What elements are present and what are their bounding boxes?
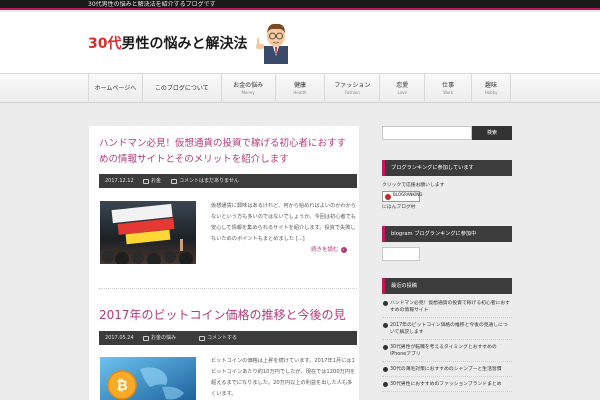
nav-item-health[interactable]: 健康 Health: [276, 74, 326, 103]
recent-post-link[interactable]: ハンドマン必見！仮想通貨の投資で稼げる初心者におすすめの情報サイト: [382, 300, 512, 318]
read-more-link[interactable]: 続きを読む ›: [311, 246, 347, 254]
logo-accent-text: 30代: [88, 36, 122, 52]
top-bar: 30代男性の悩みと解決法を紹介するブログです: [0, 0, 600, 10]
comment-icon: [171, 178, 177, 184]
bullet-icon: [383, 345, 388, 350]
post-excerpt: ビットコインの価格は上昇を続けています。2017年1月には1ビットコインあたり約…: [211, 358, 356, 397]
post-category-link[interactable]: お金: [143, 174, 161, 188]
post-title-link[interactable]: ハンドマン必見！仮想通貨の投資で稼げる初心者におすすめの情報サイトとそのメリット…: [99, 136, 353, 168]
nav-sublabel: Work: [443, 90, 454, 95]
nav-label: 恋愛: [396, 82, 409, 89]
blog-ranking-badge[interactable]: BLOGRANKING: [382, 191, 423, 202]
ranking-link[interactable]: にほんブログ村: [382, 204, 512, 212]
nav-item-money[interactable]: お金の悩み Money: [222, 74, 276, 103]
post-meta-bar: 2017.12.12 お金 コメントはまだありません: [99, 174, 357, 188]
nav-list: ホームページへ このブログについて お金の悩み Money 健康 Health …: [88, 74, 511, 103]
folder-icon: [143, 178, 149, 184]
comment-icon: [199, 335, 205, 341]
post-date: 2017.12.12: [105, 178, 134, 184]
logo-main-text: 男性の悩みと解決法: [121, 36, 248, 52]
nav-item-love[interactable]: 恋愛 Love: [380, 74, 426, 103]
ranking-logo-icon: [385, 194, 391, 200]
main-navigation: ホームページへ このブログについて お金の悩み Money 健康 Health …: [0, 73, 600, 103]
recent-post-link[interactable]: 30代の薄毛対策におすすめのシャンプーと生活習慣: [382, 366, 512, 377]
post-divider: [99, 288, 357, 289]
blogram-badge[interactable]: [382, 247, 420, 261]
search-input[interactable]: [382, 126, 472, 140]
widget-title: ブログランキングに参加しています: [382, 160, 512, 176]
bullet-icon: [383, 367, 388, 372]
bullet-icon: [383, 301, 388, 306]
bullet-icon: [383, 382, 388, 387]
nav-sublabel: Fashion: [344, 90, 360, 95]
post-comments-label: コメントする: [207, 335, 238, 341]
businessman-mascot-icon: [256, 23, 288, 64]
arrow-right-icon: ›: [340, 247, 347, 253]
recent-post-label: 30代の薄毛対策におすすめのシャンプーと生活習慣: [390, 367, 502, 372]
recent-post-link[interactable]: 30代男性におすすめのファッションブランドまとめ: [382, 381, 512, 392]
post-category-link[interactable]: お金の悩み: [143, 331, 176, 345]
recent-post-label: 30代男性が転職を考えるタイミングとおすすめのiPhoneアプリ: [390, 345, 497, 357]
site-tagline: 30代男性の悩みと解決法を紹介するブログです: [88, 1, 216, 8]
recent-posts-list: ハンドマン必見！仮想通貨の投資で稼げる初心者におすすめの情報サイト 2017年の…: [382, 300, 512, 396]
main-content: ハンドマン必見！仮想通貨の投資で稼げる初心者におすすめの情報サイトとそのメリット…: [89, 126, 359, 400]
svg-text:₿: ₿: [116, 378, 127, 394]
nav-sublabel: Hobby: [484, 90, 498, 95]
post-category-label: お金: [151, 178, 162, 184]
post-comments-label: コメントはまだありません: [179, 178, 239, 184]
post-thumbnail[interactable]: ₿: [100, 357, 196, 400]
search-button[interactable]: 検索: [472, 126, 512, 140]
recent-post-label: 2017年のビットコイン価格の推移と今後の見通しについて解説します: [390, 323, 508, 335]
post-date: 2017.05.24: [105, 335, 134, 341]
nav-item-work[interactable]: 仕事 Work: [425, 74, 473, 103]
nav-label: お金の悩み: [233, 82, 264, 89]
post-meta-bar: 2017.05.24 お金の悩み コメントする: [99, 331, 357, 345]
bitcoin-image: ₿: [100, 357, 196, 400]
nav-label: 仕事: [442, 82, 455, 89]
nav-item-fashion[interactable]: ファッション Fashion: [325, 74, 381, 103]
recent-post-label: 30代男性におすすめのファッションブランドまとめ: [390, 382, 502, 387]
nav-sublabel: Health: [293, 90, 307, 95]
post-thumbnail[interactable]: [100, 201, 196, 264]
widget-text: クリックで応援お願いします: [382, 183, 445, 188]
crowd-banner-image: [100, 201, 196, 264]
folder-icon: [143, 335, 149, 341]
nav-label: ファッション: [334, 82, 371, 89]
nav-label: 健康: [293, 82, 306, 89]
nav-label: このブログについて: [154, 84, 209, 92]
bullet-icon: [383, 323, 388, 328]
post-title-link[interactable]: 2017年のビットコイン価格の推移と今後の見通しについて解説します: [99, 306, 353, 324]
rank-badge-label: BLOGRANKING: [393, 192, 423, 197]
widget-title: 最近の投稿: [382, 278, 512, 294]
site-logo[interactable]: 30代男性の悩みと解決法: [88, 30, 258, 58]
recent-post-label: ハンドマン必見！仮想通貨の投資で稼げる初心者におすすめの情報サイト: [390, 301, 510, 313]
nav-label: ホームページへ: [94, 84, 137, 92]
site-header: 30代男性の悩みと解決法: [0, 12, 600, 73]
read-more-label: 続きを読む: [311, 247, 339, 253]
post-category-label: お金の悩み: [151, 335, 177, 341]
widget-title: blogram ブログランキングに参加中: [382, 226, 512, 242]
nav-label: 趣味: [485, 82, 498, 89]
nav-item-home[interactable]: ホームページへ: [89, 74, 143, 103]
recent-post-link[interactable]: 30代男性が転職を考えるタイミングとおすすめのiPhoneアプリ: [382, 344, 512, 362]
post-comments-link[interactable]: コメントする: [199, 331, 237, 345]
nav-item-about[interactable]: このブログについて: [143, 74, 222, 103]
sidebar: 検索 ブログランキングに参加しています クリックで応援お願いします BLOGRA…: [382, 126, 512, 400]
post-excerpt: 仮想通貨に興味はあるけれど、何から始めればよいのかわからないという方も多いのでは…: [211, 203, 356, 242]
nav-item-hobby[interactable]: 趣味 Hobby: [472, 74, 511, 103]
post-comments-link[interactable]: コメントはまだありません: [171, 174, 239, 188]
recent-post-link[interactable]: 2017年のビットコイン価格の推移と今後の見通しについて解説します: [382, 322, 512, 340]
nav-sublabel: Money: [241, 90, 255, 95]
nav-sublabel: Love: [397, 90, 407, 95]
